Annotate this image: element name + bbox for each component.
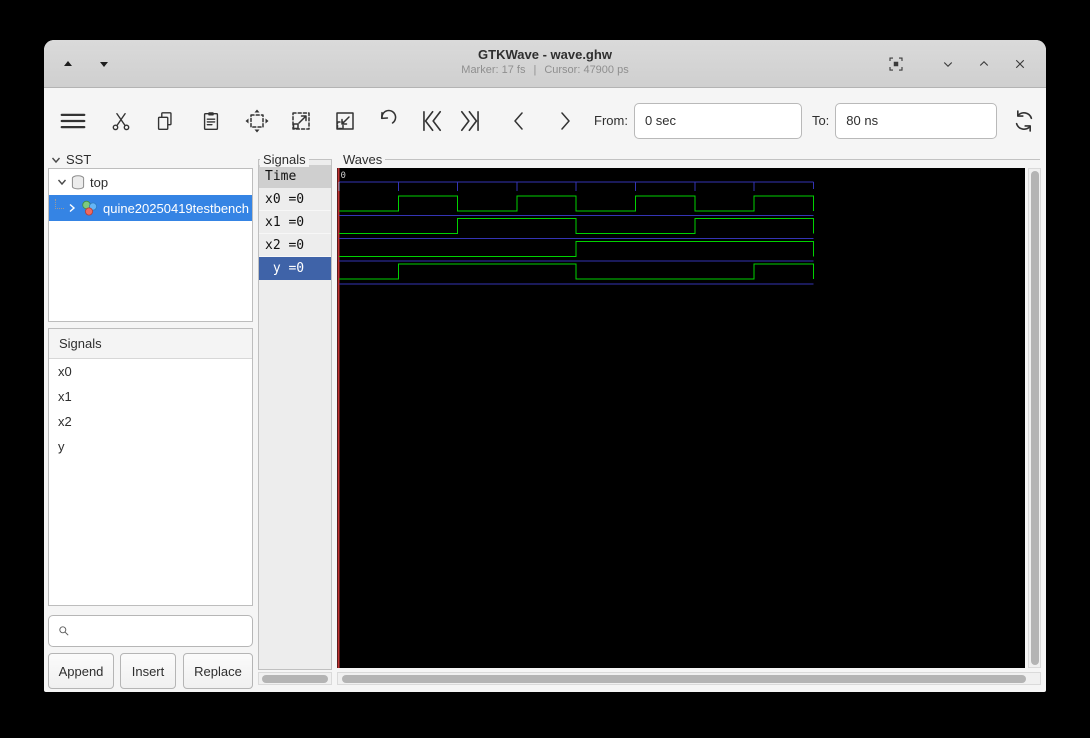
go-to-end-icon <box>460 110 479 131</box>
copy-icon <box>157 111 172 130</box>
waves-frame-border <box>384 159 1040 160</box>
close-button[interactable] <box>1008 52 1032 76</box>
signal-browser-item[interactable]: y <box>49 434 252 459</box>
tree-branch-line <box>55 199 64 209</box>
search-input[interactable] <box>76 623 252 639</box>
time-header[interactable]: Time <box>259 165 331 188</box>
database-icon <box>71 174 85 190</box>
marker-status: Marker: 17 fs <box>461 64 526 76</box>
tree-item-label: top <box>90 174 109 190</box>
signals-frame-label: Signals <box>260 152 309 167</box>
toolbar: From: To: <box>44 89 1046 152</box>
search-icon <box>59 626 69 636</box>
step-left-button[interactable] <box>506 108 532 134</box>
signals-hscrollbar[interactable] <box>258 672 332 685</box>
tree-item-label: quine20250419testbench <box>103 200 250 216</box>
zoom-in-button[interactable] <box>332 108 358 134</box>
step-right-button[interactable] <box>552 108 578 134</box>
expander-down-icon[interactable] <box>55 176 69 188</box>
sst-tree: top quine20250419testbench <box>48 168 253 322</box>
zoom-in-icon <box>336 111 354 130</box>
wave-x2[interactable] <box>339 240 814 257</box>
replace-button[interactable]: Replace <box>183 653 253 689</box>
zoom-fit-icon <box>245 109 269 132</box>
minimize-button[interactable] <box>936 52 960 76</box>
wave-x1[interactable] <box>339 218 814 235</box>
maximize-button[interactable] <box>972 52 996 76</box>
reload-icon <box>1016 109 1033 132</box>
paste-icon <box>203 111 219 130</box>
titlebar[interactable]: GTKWave - wave.ghw Marker: 17 fs | Cursor:… <box>44 40 1046 88</box>
copy-button[interactable] <box>152 108 178 134</box>
signal-browser-item[interactable]: x0 <box>49 359 252 384</box>
fit-window-icon <box>889 57 903 71</box>
signal-row[interactable]: x2 =0 <box>259 234 331 257</box>
cut-icon <box>112 112 130 130</box>
signal-browser: Signals x0 x1 x2 y <box>48 328 253 606</box>
tree-item-top[interactable]: top <box>49 169 252 195</box>
expander-chevron-icon <box>51 157 61 163</box>
cursor-status: Cursor: 47900 ps <box>544 64 629 76</box>
signal-rows: x0 =0 x1 =0 x2 =0 y =0 <box>259 188 331 280</box>
append-button[interactable]: Append <box>48 653 114 689</box>
wave-y[interactable] <box>339 263 814 280</box>
insert-button[interactable]: Insert <box>120 653 176 689</box>
signals-hscrollbar-thumb[interactable] <box>262 675 328 683</box>
module-icon <box>81 200 98 216</box>
timeline-origin-label: 0 <box>341 171 346 181</box>
gtkwave-window: GTKWave - wave.ghw Marker: 17 fs | Cursor:… <box>44 40 1046 692</box>
signal-row[interactable]: y =0 <box>259 257 331 280</box>
status-separator: | <box>533 64 537 76</box>
waves-vscrollbar[interactable] <box>1028 168 1041 668</box>
zoom-fit-button[interactable] <box>244 108 270 134</box>
waves-hscrollbar-thumb[interactable] <box>342 675 1026 683</box>
waves-frame-label: Waves <box>340 152 386 167</box>
waves-vscrollbar-thumb[interactable] <box>1031 171 1039 665</box>
waves-canvas[interactable]: 0 <box>337 168 1025 668</box>
close-icon <box>1015 59 1025 69</box>
reload-button[interactable] <box>1011 108 1037 134</box>
step-right-icon <box>561 111 570 130</box>
chevron-down-icon <box>943 62 953 68</box>
signal-browser-item[interactable]: x2 <box>49 409 252 434</box>
to-label: To: <box>811 113 830 128</box>
cut-button[interactable] <box>108 108 134 134</box>
signal-row[interactable]: x1 =0 <box>259 211 331 234</box>
from-input[interactable] <box>633 102 802 139</box>
signal-browser-item[interactable]: x1 <box>49 384 252 409</box>
menu-icon <box>60 113 86 128</box>
go-to-end-button[interactable] <box>458 108 484 134</box>
sst-expander[interactable]: SST <box>50 152 91 167</box>
signals-frame-border <box>306 159 332 160</box>
chevron-up-icon <box>979 60 989 66</box>
to-input[interactable] <box>835 102 998 139</box>
signal-browser-list: x0 x1 x2 y <box>49 359 252 459</box>
expander-right-icon[interactable] <box>65 202 79 214</box>
marker-line[interactable] <box>337 168 340 668</box>
paste-button[interactable] <box>198 108 224 134</box>
signals-panel: Time x0 =0 x1 =0 x2 =0 y =0 <box>258 159 332 670</box>
zoom-out-button[interactable] <box>288 108 314 134</box>
wave-x0[interactable] <box>339 195 814 212</box>
go-to-start-button[interactable] <box>418 108 444 134</box>
waveforms[interactable]: 0 <box>337 168 1025 668</box>
signal-browser-header: Signals <box>49 329 252 359</box>
sst-label: SST <box>66 152 92 167</box>
from-label: From: <box>594 113 628 128</box>
undo-icon <box>380 109 397 124</box>
fit-window-button[interactable] <box>884 52 908 76</box>
search-box[interactable] <box>48 615 253 647</box>
zoom-out-icon <box>292 111 310 130</box>
signal-row[interactable]: x0 =0 <box>259 188 331 211</box>
go-to-start-icon <box>423 110 442 131</box>
waves-hscrollbar[interactable] <box>337 672 1041 685</box>
undo-button[interactable] <box>374 108 400 134</box>
menu-button[interactable] <box>60 108 86 134</box>
tree-item-testbench[interactable]: quine20250419testbench <box>49 195 252 221</box>
step-left-icon <box>514 111 523 130</box>
